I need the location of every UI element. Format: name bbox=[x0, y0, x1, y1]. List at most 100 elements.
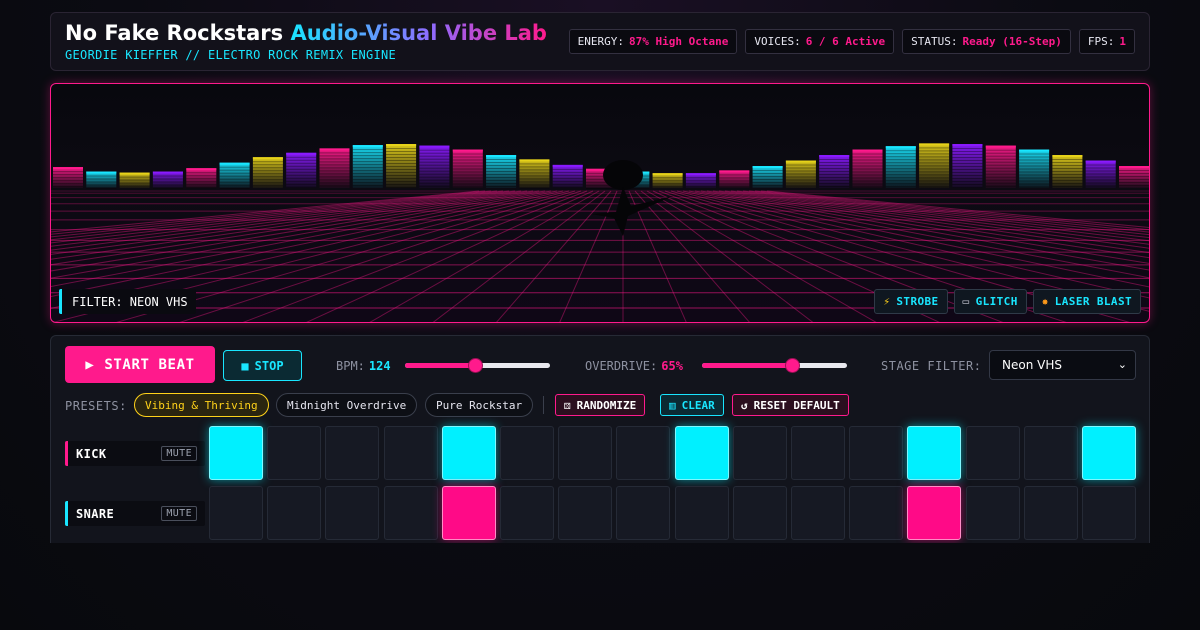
step-kick-15[interactable] bbox=[1023, 426, 1078, 480]
step-snare-16[interactable] bbox=[1082, 486, 1136, 540]
equalizer-stripe bbox=[652, 186, 683, 188]
overdrive-slider-handle[interactable] bbox=[784, 358, 800, 373]
equalizer-stripe bbox=[119, 185, 150, 187]
stop-button[interactable]: ■ STOP bbox=[223, 350, 302, 381]
step-snare-8[interactable] bbox=[616, 486, 671, 540]
step-snare-11[interactable] bbox=[791, 486, 845, 540]
step-kick-1[interactable] bbox=[209, 426, 263, 480]
step-kick-8[interactable] bbox=[616, 426, 671, 480]
equalizer-stripe bbox=[252, 182, 283, 184]
step-snare-15[interactable] bbox=[1023, 486, 1078, 540]
equalizer-stripe bbox=[119, 182, 150, 184]
equalizer-stripe bbox=[53, 171, 83, 173]
strobe-button[interactable]: ⚡ STROBE bbox=[874, 289, 948, 314]
step-snare-3[interactable] bbox=[325, 486, 380, 540]
equalizer-stripe bbox=[286, 162, 317, 164]
equalizer-bar-cap bbox=[1019, 149, 1050, 152]
randomize-button[interactable]: ⚄ RANDOMIZE bbox=[555, 394, 646, 416]
step-snare-13[interactable] bbox=[907, 486, 962, 540]
step-kick-12[interactable] bbox=[849, 426, 904, 480]
stats-bar: ENERGY: 87% High Octane VOICES: 6 / 6 Acti… bbox=[568, 29, 1135, 54]
control-panel: ▶ START BEAT ■ STOP BPM: 124 OVERDRIVE: 65… bbox=[50, 335, 1150, 543]
equalizer-bar-cap bbox=[985, 145, 1016, 148]
dice-icon: ⚄ bbox=[564, 398, 571, 412]
equalizer-stripe bbox=[419, 173, 450, 175]
equalizer-stripe bbox=[852, 168, 883, 170]
preset-midnight-overdrive[interactable]: Midnight Overdrive bbox=[276, 393, 418, 417]
step-snare-1[interactable] bbox=[209, 486, 263, 540]
equalizer-stripe bbox=[352, 161, 383, 163]
step-kick-13[interactable] bbox=[907, 426, 962, 480]
step-kick-5[interactable] bbox=[441, 426, 496, 480]
equalizer-stripe bbox=[552, 180, 583, 182]
equalizer-stripe bbox=[752, 179, 783, 180]
equalizer-stripe bbox=[352, 182, 383, 184]
step-snare-6[interactable] bbox=[500, 486, 554, 540]
equalizer-stripe bbox=[552, 177, 583, 179]
equalizer-stripe bbox=[352, 149, 383, 151]
preset-pure-rockstar[interactable]: Pure Rockstar bbox=[425, 393, 534, 417]
step-kick-11[interactable] bbox=[791, 426, 845, 480]
bpm-value: 124 bbox=[368, 359, 391, 373]
step-snare-9[interactable] bbox=[674, 486, 729, 540]
step-kick-4[interactable] bbox=[383, 426, 438, 480]
equalizer-stripe bbox=[985, 179, 1016, 181]
equalizer-bar bbox=[152, 171, 183, 188]
equalizer-stripe bbox=[53, 174, 83, 176]
step-snare-14[interactable] bbox=[965, 486, 1020, 540]
equalizer-stripe bbox=[452, 180, 483, 182]
equalizer-stripe bbox=[486, 177, 517, 178]
step-kick-16[interactable] bbox=[1082, 426, 1136, 480]
glitch-button[interactable]: ▭ GLITCH bbox=[953, 289, 1027, 314]
bpm-slider-handle[interactable] bbox=[467, 358, 483, 373]
equalizer-stripe bbox=[919, 168, 950, 170]
bpm-slider[interactable] bbox=[405, 358, 550, 373]
equalizer-stripe bbox=[552, 183, 583, 185]
equalizer-stripe bbox=[286, 174, 317, 176]
equalizer-stripe bbox=[1052, 159, 1083, 160]
title-part-2: Audio-Visual Vibe Lab bbox=[290, 21, 547, 45]
equalizer-bar-cap bbox=[219, 162, 250, 165]
reset-default-button[interactable]: ↺ RESET DEFAULT bbox=[732, 394, 849, 416]
equalizer-bar-cap bbox=[652, 173, 683, 176]
equalizer-stripe bbox=[1085, 173, 1116, 175]
step-kick-3[interactable] bbox=[325, 426, 380, 480]
equalizer-stripe bbox=[386, 187, 417, 188]
filter-label: FILTER: NEON VHS bbox=[59, 289, 196, 314]
equalizer-stripe bbox=[1019, 162, 1050, 164]
kick-mute-button[interactable]: MUTE bbox=[161, 446, 197, 461]
equalizer-stripe bbox=[252, 167, 283, 169]
overdrive-slider[interactable] bbox=[702, 358, 847, 373]
visualizer-stage[interactable]: FILTER: NEON VHS ⚡ STROBE ▭ GLITCH ✸ LASER … bbox=[50, 83, 1150, 323]
equalizer-stripe bbox=[219, 175, 250, 177]
step-kick-10[interactable] bbox=[732, 426, 787, 480]
preset-vibing-thriving[interactable]: Vibing & Thriving bbox=[134, 393, 269, 417]
step-kick-7[interactable] bbox=[558, 426, 613, 480]
start-beat-button[interactable]: ▶ START BEAT bbox=[65, 346, 215, 383]
step-snare-10[interactable] bbox=[732, 486, 787, 540]
stage-filter-select[interactable]: Neon VHS ⌄ bbox=[989, 350, 1136, 380]
step-kick-9[interactable] bbox=[674, 426, 729, 480]
step-snare-12[interactable] bbox=[849, 486, 904, 540]
step-snare-4[interactable] bbox=[383, 486, 438, 540]
step-kick-2[interactable] bbox=[267, 426, 322, 480]
step-snare-2[interactable] bbox=[267, 486, 322, 540]
equalizer-stripe bbox=[1019, 183, 1050, 185]
equalizer-stripe bbox=[452, 177, 483, 179]
equalizer-stripe bbox=[219, 181, 250, 183]
equalizer-stripe bbox=[752, 182, 783, 183]
equalizer-stripe bbox=[1019, 168, 1050, 170]
equalizer-bars bbox=[53, 143, 1149, 189]
equalizer-bar-cap bbox=[452, 149, 483, 152]
step-snare-5[interactable] bbox=[441, 486, 496, 540]
laser-blast-button[interactable]: ✸ LASER BLAST bbox=[1032, 289, 1141, 314]
clear-button[interactable]: ▥ CLEAR bbox=[660, 394, 724, 416]
overdrive-value: 65% bbox=[661, 359, 683, 373]
step-kick-6[interactable] bbox=[500, 426, 554, 480]
step-kick-14[interactable] bbox=[965, 426, 1020, 480]
step-snare-7[interactable] bbox=[558, 486, 613, 540]
equalizer-stripe bbox=[952, 178, 983, 179]
equalizer-stripe bbox=[1052, 162, 1083, 163]
snare-mute-button[interactable]: MUTE bbox=[161, 506, 197, 521]
equalizer-bar-cap bbox=[186, 168, 217, 171]
